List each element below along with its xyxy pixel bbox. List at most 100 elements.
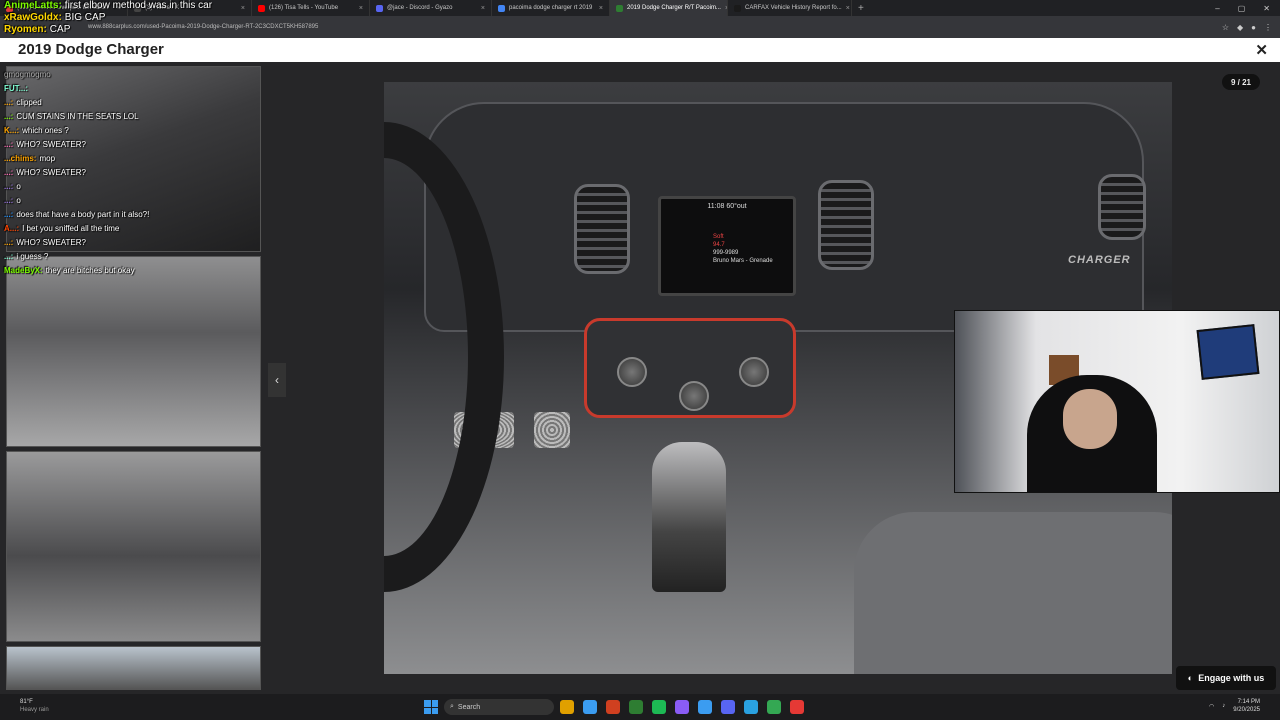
- extension-icon[interactable]: ◆: [1237, 23, 1243, 32]
- chat-message: ...: CUM STAINS IN THE SEATS LOL: [0, 110, 240, 124]
- tab-close-icon[interactable]: ×: [241, 5, 245, 12]
- chat-message: ...: WHO? SWEATER?: [0, 166, 240, 180]
- tab-close-icon[interactable]: ×: [359, 5, 363, 12]
- menu-icon[interactable]: ⋮: [1264, 23, 1272, 32]
- clock-time: 7:14 PM: [1237, 699, 1260, 705]
- charger-badge: CHARGER: [1068, 254, 1131, 266]
- taskbar-app-icon[interactable]: [675, 700, 689, 714]
- taskbar-app-icon[interactable]: [721, 700, 735, 714]
- chat-text: clipped: [16, 98, 42, 107]
- tab-label: 2019 Dodge Charger R/T Pacoim...: [627, 5, 721, 11]
- chat-message: ...: o: [0, 194, 240, 208]
- chat-message: MadeByX: they are bitches but okay: [0, 264, 240, 278]
- chat-text: does that have a body part in it also?!: [16, 210, 150, 219]
- browser-toolbar-icons: ☆ ◆ ● ⋮: [1222, 23, 1272, 32]
- browser-tab[interactable]: (126) Tisa Tells - YouTube ×: [252, 0, 370, 16]
- thumbnail-3[interactable]: [6, 451, 261, 642]
- chat-top-lines: AnimeLatts: first elbow method was in thi…: [0, 0, 240, 36]
- chat-message: ...: i guess ?: [0, 250, 240, 264]
- volume-icon[interactable]: ♪: [1222, 703, 1225, 709]
- chat-message: ...chims: mop: [0, 152, 240, 166]
- webcam-overlay: [954, 310, 1280, 493]
- close-gallery-button[interactable]: ✕: [1255, 41, 1268, 59]
- taskbar-app-icon[interactable]: [790, 700, 804, 714]
- thumbnail-2[interactable]: [6, 256, 261, 447]
- browser-tab[interactable]: CARFAX Vehicle History Report fo... ×: [728, 0, 852, 16]
- browser-tab[interactable]: @jace - Discord - Gyazo ×: [370, 0, 492, 16]
- chat-text: BIG CAP: [64, 12, 106, 23]
- tab-favicon-icon: [258, 4, 265, 12]
- previous-photo-button[interactable]: ‹: [268, 363, 286, 397]
- close-window-icon[interactable]: ✕: [1263, 4, 1270, 13]
- photo-shifter: [652, 442, 726, 592]
- chat-message: A...: I bet you sniffed all the time: [0, 222, 240, 236]
- taskbar-app-icon[interactable]: [606, 700, 620, 714]
- chat-username: ...:: [4, 168, 14, 177]
- taskbar-app-icon[interactable]: [698, 700, 712, 714]
- chat-message: Ryomen: CAP: [0, 24, 240, 36]
- photo-knob-right: [739, 357, 769, 387]
- chat-text: i guess ?: [16, 252, 49, 261]
- maximize-icon[interactable]: ▢: [1238, 4, 1246, 13]
- webcam-tv: [1196, 324, 1260, 380]
- tab-close-icon[interactable]: ×: [481, 5, 485, 12]
- weather-temp: 81°F: [20, 699, 33, 705]
- tab-favicon-icon: [376, 4, 383, 12]
- minimize-icon[interactable]: –: [1215, 4, 1219, 13]
- photo-dashboard: 11:08 60°out Soft 94.7 999-9989 Bruno Ma…: [424, 102, 1146, 332]
- taskbar-apps: ⌕ Search: [424, 699, 804, 715]
- chat-username: A...:: [4, 224, 20, 233]
- taskbar-app-icon[interactable]: [560, 700, 574, 714]
- engage-button[interactable]: ◐ Engage with us: [1176, 666, 1276, 690]
- screen-song: Bruno Mars - Grenade: [713, 258, 773, 264]
- chat-text: o: [16, 182, 21, 191]
- taskbar-clock[interactable]: 7:14 PM 9/20/2025: [1233, 698, 1260, 714]
- photo-pedal-right: [534, 412, 570, 448]
- chat-lines: FUT...:...: clipped...: CUM STAINS IN THE …: [0, 82, 240, 278]
- stream-chat-overlay: AnimeLatts: first elbow method was in thi…: [0, 0, 240, 278]
- tab-favicon-icon: [498, 4, 505, 12]
- chat-message: FUT...:: [0, 82, 240, 96]
- weather-widget[interactable]: 81°F Heavy rain: [20, 698, 49, 714]
- chat-message: ...: o: [0, 180, 240, 194]
- windows-taskbar: 81°F Heavy rain ⌕ Search ◠ ♪ 7:14 PM 9/2…: [0, 694, 1280, 720]
- chat-username: ...:: [4, 112, 14, 121]
- screen-time: 11:08: [707, 203, 725, 210]
- screen-phone: 999-9989: [713, 250, 739, 256]
- chat-username: ...:: [4, 238, 14, 247]
- chat-message: K...: which ones ?: [0, 124, 240, 138]
- taskbar-app-icon[interactable]: [652, 700, 666, 714]
- photo-vent-right: [818, 180, 874, 270]
- chat-username: Ryomen:: [4, 24, 47, 35]
- photo-knob-center: [679, 381, 709, 411]
- taskbar-app-icon[interactable]: [767, 700, 781, 714]
- tab-label: CARFAX Vehicle History Report fo...: [745, 5, 842, 11]
- photo-vent-far: [1098, 174, 1146, 240]
- screen-temp: 60°out: [726, 203, 747, 210]
- tab-close-icon[interactable]: ×: [599, 5, 603, 12]
- chat-text: WHO? SWEATER?: [16, 168, 86, 177]
- taskbar-search[interactable]: ⌕ Search: [444, 699, 554, 715]
- search-icon: ⌕: [450, 703, 454, 710]
- chat-message: ...: WHO? SWEATER?: [0, 236, 240, 250]
- tab-favicon-icon: [616, 4, 623, 12]
- chat-text: CUM STAINS IN THE SEATS LOL: [16, 112, 139, 121]
- wifi-icon[interactable]: ◠: [1209, 703, 1214, 710]
- taskbar-app-icon[interactable]: [744, 700, 758, 714]
- taskbar-app-icon[interactable]: [629, 700, 643, 714]
- chat-username: ...chims:: [4, 154, 37, 163]
- profile-icon[interactable]: ●: [1251, 23, 1256, 32]
- photo-knob-left: [617, 357, 647, 387]
- browser-tab[interactable]: 2019 Dodge Charger R/T Pacoim...×: [610, 0, 728, 16]
- thumbnail-4[interactable]: [6, 646, 261, 690]
- chat-text: WHO? SWEATER?: [16, 140, 86, 149]
- chat-message: ...: does that have a body part in it als…: [0, 208, 240, 222]
- screen-station-label: Soft: [713, 234, 724, 240]
- new-tab-button[interactable]: +: [852, 3, 870, 14]
- browser-tab[interactable]: pacoima dodge charger rt 2019 ×: [492, 0, 610, 16]
- bookmark-icon[interactable]: ☆: [1222, 23, 1229, 32]
- taskbar-app-icon[interactable]: [583, 700, 597, 714]
- chat-username: xRawGoldx:: [4, 12, 62, 23]
- tab-close-icon[interactable]: ×: [846, 5, 850, 12]
- windows-start-icon[interactable]: [424, 700, 438, 714]
